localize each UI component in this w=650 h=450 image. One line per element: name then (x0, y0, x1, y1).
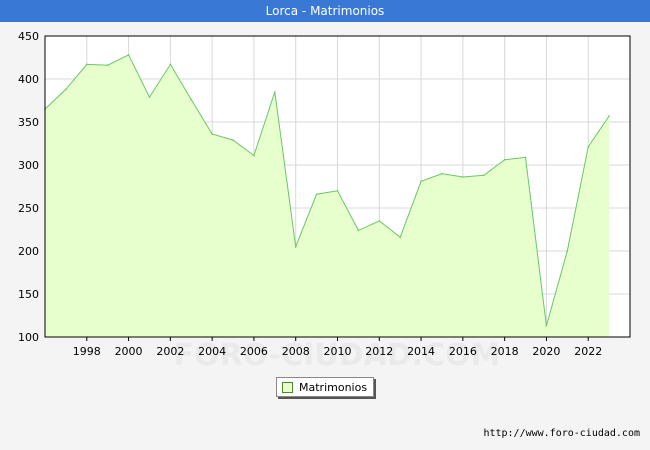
data-point (545, 325, 548, 327)
x-tick-label: 2022 (574, 345, 602, 358)
x-tick-label: 2016 (449, 345, 477, 358)
data-point (232, 139, 234, 141)
data-point (441, 172, 443, 175)
data-point (148, 96, 151, 98)
y-axis-ticks: 100 150 200 250 300 350 400 450 (18, 30, 39, 344)
data-point (106, 64, 109, 67)
x-axis-ticks: 1998 2000 2002 2004 2006 2008 2010 2012 2014 2016… (73, 337, 602, 358)
data-point (315, 193, 318, 196)
y-tick-label: 350 (18, 116, 39, 129)
y-tick-label: 300 (18, 159, 39, 172)
data-point (482, 174, 485, 177)
x-tick-label: 2020 (532, 345, 560, 358)
data-point (253, 154, 255, 157)
data-point (566, 250, 569, 252)
data-point (190, 98, 193, 101)
y-tick-label: 450 (18, 30, 39, 43)
data-point (357, 229, 360, 232)
data-point (294, 245, 297, 248)
data-point (85, 63, 88, 66)
x-tick-label: 2000 (115, 345, 143, 358)
legend-label: Matrimonios (299, 380, 368, 394)
source-url[interactable]: http://www.foro-ciudad.com (483, 428, 640, 439)
x-tick-label: 2010 (324, 345, 352, 358)
data-point (65, 88, 67, 91)
data-point (608, 115, 610, 117)
y-tick-label: 400 (18, 73, 39, 86)
data-point (127, 54, 130, 56)
legend: Matrimonios (276, 377, 375, 397)
x-tick-label: 2008 (282, 345, 310, 358)
x-tick-label: 2018 (491, 345, 519, 358)
x-tick-label: 2012 (365, 345, 393, 358)
y-tick-label: 150 (18, 288, 39, 301)
x-tick-label: 2006 (240, 345, 268, 358)
data-point (503, 159, 506, 161)
y-tick-label: 100 (18, 331, 39, 344)
y-tick-label: 250 (18, 202, 39, 215)
data-point (462, 176, 464, 178)
data-point (587, 146, 590, 148)
data-point (274, 91, 276, 93)
x-tick-label: 1998 (73, 345, 101, 358)
data-point (169, 63, 172, 66)
y-tick-label: 200 (18, 245, 39, 258)
legend-swatch (282, 381, 293, 393)
x-tick-label: 2004 (198, 345, 226, 358)
data-point (420, 180, 422, 183)
data-point (399, 236, 401, 239)
x-tick-label: 2014 (407, 345, 435, 358)
data-point (378, 220, 381, 222)
data-point (524, 156, 527, 159)
x-tick-label: 2002 (156, 345, 184, 358)
data-point (336, 190, 339, 192)
data-point (211, 133, 213, 135)
